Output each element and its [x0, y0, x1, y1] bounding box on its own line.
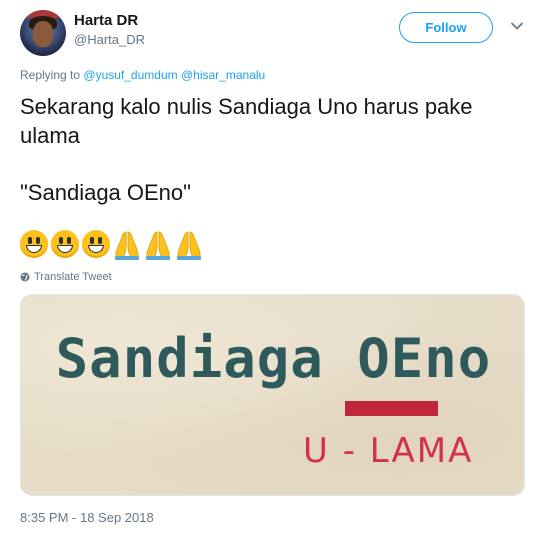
avatar[interactable] [20, 10, 66, 56]
grinning-face-icon [51, 230, 79, 258]
folded-hands-icon [177, 231, 201, 260]
mention-link[interactable]: @hisar_manalu [181, 68, 265, 82]
media-underline [345, 401, 438, 416]
user-handle[interactable]: @Harta_DR [74, 32, 145, 47]
tweet-text: Sekarang kalo nulis Sandiaga Uno harus p… [20, 92, 530, 207]
grinning-face-icon [20, 230, 48, 258]
folded-hands-icon [115, 231, 139, 260]
replying-to-label: Replying to [20, 68, 81, 82]
media-subtitle: U - LAMA [303, 431, 474, 471]
tweet-text-line: "Sandiaga OEno" [20, 180, 191, 205]
mention-link[interactable]: @yusuf_dumdum [83, 68, 177, 82]
replying-to: Replying to @yusuf_dumdum @hisar_manalu [20, 68, 265, 82]
translate-tweet-label[interactable]: Translate Tweet [34, 271, 112, 283]
folded-hands-icon [146, 231, 170, 260]
media-title: Sandiaga OEno [55, 327, 492, 390]
translate-tweet-link[interactable]: Translate Tweet [20, 271, 112, 283]
follow-button[interactable]: Follow [399, 12, 493, 43]
chevron-down-icon[interactable] [509, 18, 525, 34]
avatar-face [33, 21, 53, 47]
tweet-timestamp[interactable]: 8:35 PM - 18 Sep 2018 [20, 510, 154, 525]
tweet-text-line: Sekarang kalo nulis Sandiaga Uno harus p… [20, 94, 473, 148]
emoji-row [20, 230, 203, 262]
grinning-face-icon [82, 230, 110, 258]
user-name[interactable]: Harta DR [74, 12, 138, 29]
globe-icon [20, 272, 30, 282]
tweet-media-image[interactable]: Sandiaga OEno U - LAMA [20, 294, 525, 496]
